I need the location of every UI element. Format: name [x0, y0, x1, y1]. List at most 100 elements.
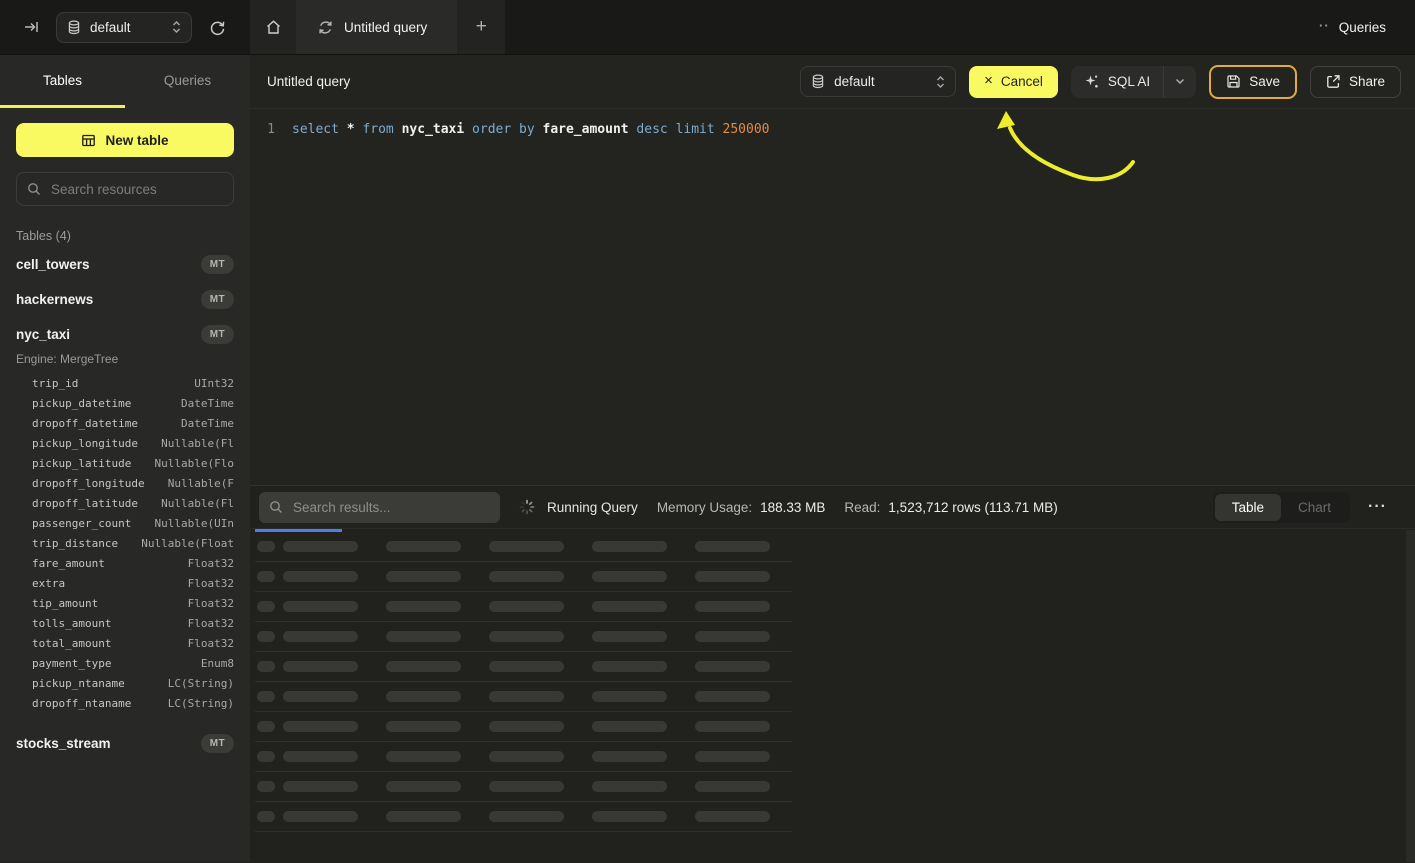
column-name: dropoff_latitude [32, 494, 138, 514]
skeleton-cell [592, 721, 667, 732]
column-type: Nullable(Fl [161, 494, 234, 514]
sidebar-toggle-button[interactable] [21, 17, 41, 37]
column-type: DateTime [181, 414, 234, 434]
tab-untitled-query[interactable]: Untitled query [296, 0, 457, 54]
sql-ai-dropdown[interactable] [1163, 66, 1196, 98]
skeleton-cell [386, 781, 461, 792]
table-columns-list: trip_idUInt32pickup_datetimeDateTimedrop… [16, 374, 234, 714]
queries-link-label: Queries [1339, 20, 1386, 35]
skeleton-cell [386, 631, 461, 642]
column-type: Nullable(F [168, 474, 234, 494]
sql-editor[interactable]: 1 select * from nyc_taxi order by fare_a… [250, 109, 1415, 485]
sidebar-search [16, 172, 234, 206]
table-name: cell_towers [16, 257, 90, 272]
skeleton-cell [257, 691, 275, 702]
search-results-input[interactable] [291, 499, 490, 516]
memory-usage-metric: Memory Usage: 188.33 MB [657, 500, 826, 515]
results-search [259, 492, 500, 523]
skeleton-cell [489, 661, 564, 672]
save-button[interactable]: Save [1209, 65, 1297, 99]
skeleton-cell [695, 751, 770, 762]
queries-link[interactable]: ·· Queries [1319, 0, 1415, 54]
toggle-chart[interactable]: Chart [1281, 494, 1348, 521]
topbar-database-select[interactable]: default [56, 12, 192, 43]
skeleton-row [255, 772, 792, 802]
table-engine-badge: MT [201, 734, 234, 753]
sql-ai-main[interactable]: SQL AI [1071, 66, 1163, 98]
skeleton-cell [489, 571, 564, 582]
table-name: hackernews [16, 292, 93, 307]
skeleton-cell [257, 661, 275, 672]
results-scrollbar[interactable] [1406, 530, 1415, 862]
column-name: trip_distance [32, 534, 118, 554]
skeleton-cell [257, 541, 275, 552]
column-row: tolls_amountFloat32 [32, 614, 234, 634]
refresh-connection-button[interactable] [207, 17, 228, 38]
new-tab-button[interactable]: + [457, 0, 505, 54]
topbar-left: default [0, 0, 250, 54]
chevron-down-icon [1175, 78, 1185, 85]
read-metric: Read: 1,523,712 rows (113.71 MB) [844, 500, 1057, 515]
column-row: total_amountFloat32 [32, 634, 234, 654]
column-row: dropoff_latitude Nullable(Fl [32, 494, 234, 514]
skeleton-cell [386, 601, 461, 612]
skeleton-cell [489, 751, 564, 762]
table-engine-badge: MT [201, 255, 234, 274]
column-name: pickup_datetime [32, 394, 131, 414]
column-type: LC(String) [168, 694, 234, 714]
memory-usage-label: Memory Usage: [657, 500, 752, 515]
more-options-button[interactable]: ··· [1362, 497, 1393, 517]
query-status-text: Running Query [547, 500, 638, 515]
skeleton-cell [386, 751, 461, 762]
plus-icon: + [476, 16, 487, 38]
column-name: extra [32, 574, 65, 594]
column-type: DateTime [181, 394, 234, 414]
toggle-table-label: Table [1232, 500, 1264, 515]
toggle-table[interactable]: Table [1215, 494, 1281, 521]
column-type: Float32 [188, 634, 234, 654]
column-name: trip_id [32, 374, 78, 394]
column-name: tip_amount [32, 594, 98, 614]
skeleton-cell [283, 631, 358, 642]
column-type: LC(String) [168, 674, 234, 694]
sidebar-tab-queries[interactable]: Queries [125, 55, 250, 108]
skeleton-cell [257, 781, 275, 792]
skeleton-cell [257, 811, 275, 822]
skeleton-cell [386, 691, 461, 702]
editor-database-select[interactable]: default [800, 66, 956, 97]
ellipsis-icon: ··· [1368, 498, 1387, 515]
cancel-button[interactable]: × Cancel [969, 66, 1058, 98]
skeleton-row [255, 592, 792, 622]
memory-usage-value: 188.33 MB [760, 500, 825, 515]
table-row[interactable]: stocks_streamMT [16, 726, 234, 761]
query-title: Untitled query [267, 74, 350, 89]
sql-token-number: 250000 [723, 122, 770, 137]
column-row: fare_amountFloat32 [32, 554, 234, 574]
table-row[interactable]: nyc_taxiMT [16, 317, 234, 352]
skeleton-cell [386, 571, 461, 582]
skeleton-cell [695, 661, 770, 672]
table-row[interactable]: cell_towers MT [16, 247, 234, 282]
topbar: default [0, 0, 1415, 55]
column-row: pickup_datetime DateTime [32, 394, 234, 414]
table-row[interactable]: hackernewsMT [16, 282, 234, 317]
skeleton-cell [489, 601, 564, 612]
sql-ai-label: SQL AI [1108, 74, 1150, 89]
results-status-bar: Running Query Memory Usage: 188.33 MB Re… [250, 486, 1415, 529]
skeleton-cell [592, 781, 667, 792]
share-icon [1326, 74, 1341, 89]
share-label: Share [1349, 74, 1385, 89]
new-table-button[interactable]: New table [16, 123, 234, 157]
skeleton-cell [592, 811, 667, 822]
skeleton-cell [695, 811, 770, 822]
tab-home[interactable] [250, 0, 296, 54]
main-panel: Untitled query default [250, 55, 1415, 862]
skeleton-cell [283, 601, 358, 612]
skeleton-cell [489, 631, 564, 642]
share-button[interactable]: Share [1310, 66, 1401, 98]
skeleton-cell [283, 541, 358, 552]
sidebar-tab-tables[interactable]: Tables [0, 55, 125, 108]
sql-token-keyword: by [519, 122, 535, 137]
skeleton-cell [283, 571, 358, 582]
search-resources-input[interactable] [49, 181, 223, 198]
